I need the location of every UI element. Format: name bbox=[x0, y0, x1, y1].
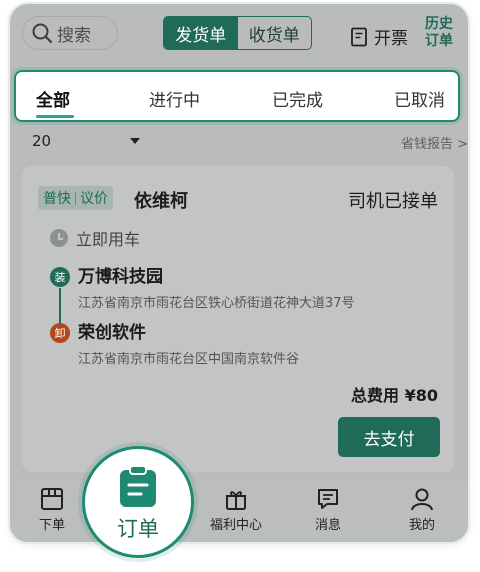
search-box[interactable]: 搜索 bbox=[22, 16, 118, 50]
load-tag-icon: 装 bbox=[50, 267, 70, 287]
tab-shipping-orders[interactable]: 发货单 bbox=[164, 17, 238, 49]
nav-label-orders: 订单 bbox=[117, 517, 159, 541]
gift-icon bbox=[226, 491, 246, 510]
nav-messages[interactable]: 消息 bbox=[298, 486, 358, 533]
unload-tag-icon: 卸 bbox=[50, 323, 70, 343]
unload-stop: 卸 荣创软件 江苏省南京市雨花台区中国南京软件谷 bbox=[50, 322, 299, 367]
order-status-tabs: 全部 进行中 已完成 已取消 bbox=[14, 70, 460, 122]
history-label-line2: 订单 bbox=[425, 33, 453, 49]
load-stop: 装 万博科技园 江苏省南京市雨花台区铁心桥街道花神大道37号 bbox=[50, 266, 355, 311]
tab-cancelled[interactable]: 已取消 bbox=[394, 86, 445, 111]
orders-icon bbox=[120, 465, 156, 507]
invoice-icon bbox=[351, 27, 367, 46]
nav-label: 福利中心 bbox=[209, 518, 262, 533]
order-card[interactable]: 普快 议价 依维柯 司机已接单 立即用车 装 万博科技园 江苏省南京市雨花台区铁… bbox=[22, 166, 454, 472]
tab-in-progress[interactable]: 进行中 bbox=[149, 86, 200, 111]
bottom-nav: 下单 福利中心 消息 我的 bbox=[10, 482, 468, 542]
pay-button[interactable]: 去支付 bbox=[338, 417, 440, 457]
invoice-button[interactable]: 开票 bbox=[350, 24, 408, 49]
savings-report-link[interactable]: 省钱报告 > bbox=[401, 133, 468, 152]
date-filter-row: 20 省钱报告 > bbox=[22, 132, 468, 154]
badge-divider bbox=[75, 191, 76, 205]
search-icon bbox=[32, 23, 53, 44]
total-fee: 总费用 ¥80 bbox=[351, 386, 438, 405]
invoice-label: 开票 bbox=[374, 29, 408, 49]
order-type-switch: 发货单 收货单 bbox=[163, 16, 312, 50]
badge-express: 普快 bbox=[43, 191, 71, 207]
tab-completed[interactable]: 已完成 bbox=[272, 86, 323, 111]
nav-label: 下单 bbox=[38, 518, 65, 533]
message-icon bbox=[318, 489, 338, 509]
search-label: 搜索 bbox=[57, 25, 91, 46]
clock-icon bbox=[50, 229, 68, 247]
date-selector[interactable]: 20 bbox=[32, 132, 51, 150]
order-type-badge: 普快 议价 bbox=[38, 186, 113, 210]
use-time: 立即用车 bbox=[76, 230, 141, 249]
badge-negotiable: 议价 bbox=[80, 191, 108, 207]
history-label-line1: 历史 bbox=[425, 16, 453, 32]
dropdown-caret-icon[interactable] bbox=[130, 138, 140, 144]
tab-receiving-orders[interactable]: 收货单 bbox=[238, 17, 312, 49]
place-order-icon bbox=[41, 488, 63, 510]
time-row: 立即用车 bbox=[50, 226, 140, 250]
nav-label: 消息 bbox=[314, 518, 341, 533]
active-tab-indicator bbox=[36, 115, 74, 118]
load-address: 江苏省南京市雨花台区铁心桥街道花神大道37号 bbox=[78, 296, 355, 311]
nav-label: 我的 bbox=[408, 518, 435, 533]
user-icon bbox=[411, 488, 433, 511]
nav-place-order[interactable]: 下单 bbox=[22, 486, 82, 533]
order-status: 司机已接单 bbox=[348, 191, 438, 212]
nav-orders[interactable]: 订单 bbox=[82, 446, 194, 558]
unload-address: 江苏省南京市雨花台区中国南京软件谷 bbox=[78, 352, 300, 367]
load-name: 万博科技园 bbox=[78, 267, 163, 287]
tab-all[interactable]: 全部 bbox=[36, 86, 70, 111]
vehicle-type: 依维柯 bbox=[134, 191, 188, 212]
nav-mine[interactable]: 我的 bbox=[392, 486, 452, 533]
history-orders-button[interactable]: 历史 订单 bbox=[423, 16, 455, 50]
top-header: 搜索 发货单 收货单 开票 历史 订单 bbox=[10, 4, 468, 66]
nav-welfare-center[interactable]: 福利中心 bbox=[206, 486, 266, 533]
unload-name: 荣创软件 bbox=[78, 323, 146, 343]
